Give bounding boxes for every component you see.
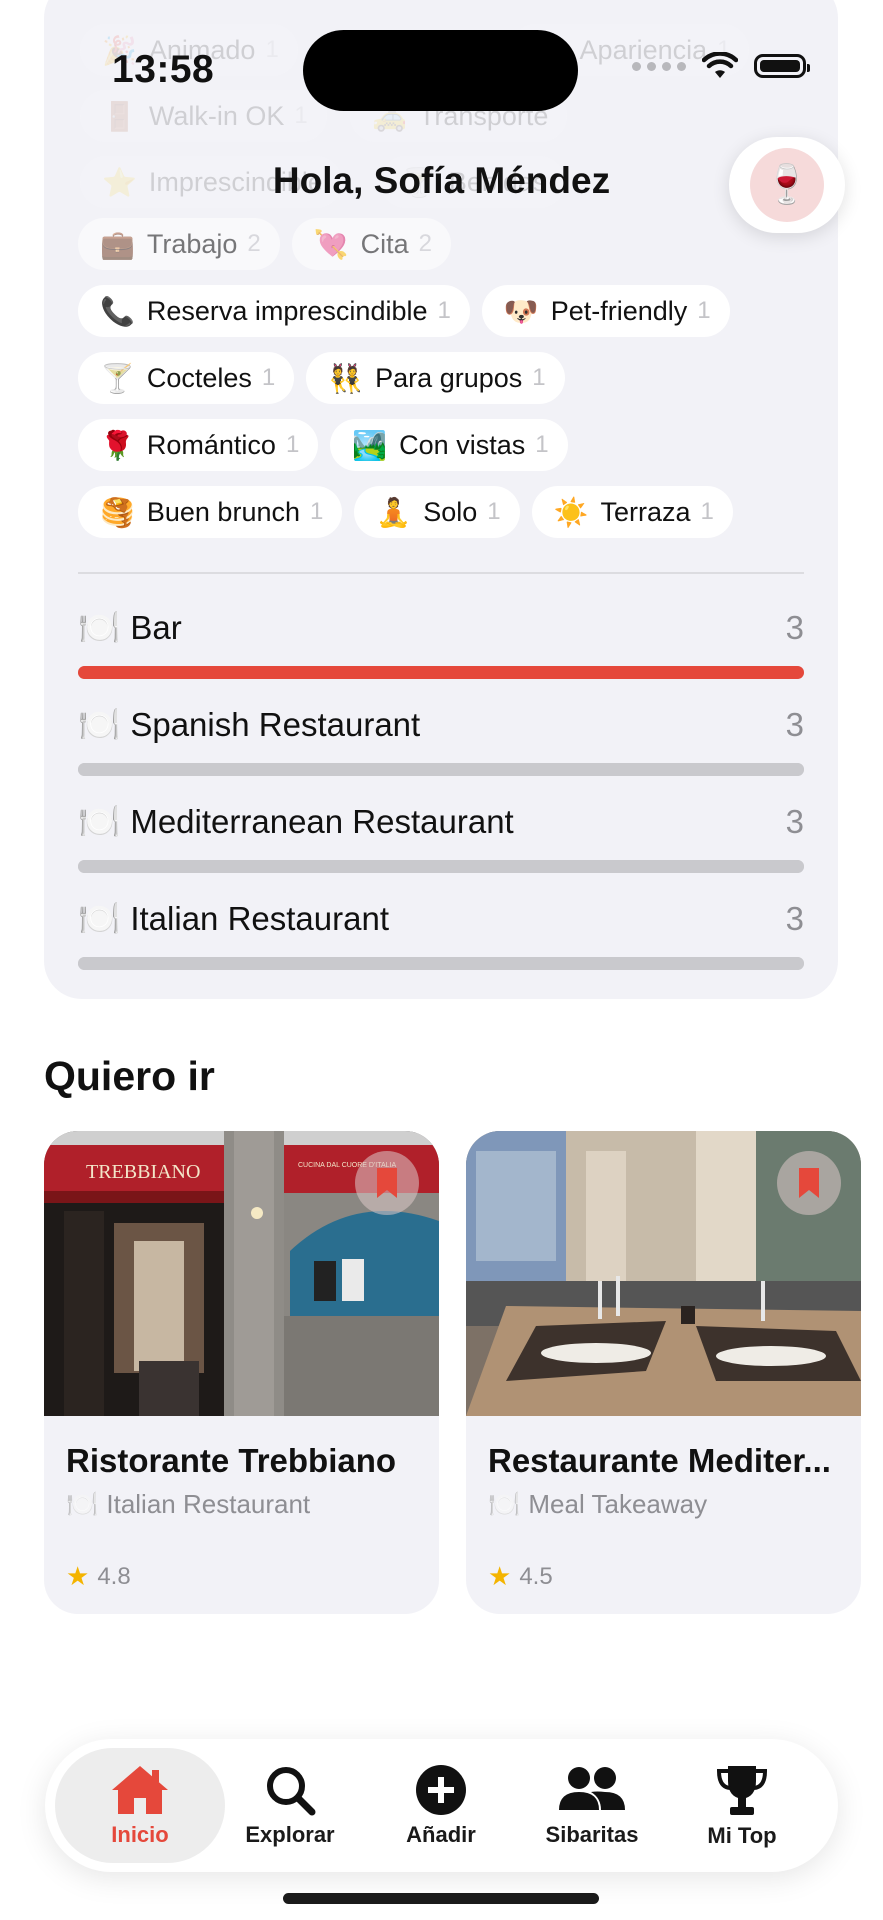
category-bar [78,860,804,873]
star-icon: ★ [66,1561,90,1591]
sun-icon: ☀️ [553,496,589,528]
home-indicator [283,1893,599,1904]
people-icon [559,1766,625,1810]
chip-reserva[interactable]: 📞 Reserva imprescindible 1 [78,285,470,337]
cellular-signal-icon [632,61,686,71]
landscape-icon: 🏞️ [352,429,388,461]
trophy-icon [716,1765,768,1815]
phone-icon: 📞 [100,295,135,327]
chip-trabajo[interactable]: 💼 Trabajo 2 [78,218,280,270]
section-title-quiero-ir: Quiero ir [44,1053,215,1099]
chip-cita[interactable]: 💘 Cita 2 [291,218,452,270]
battery-icon [754,54,810,78]
chip-solo[interactable]: 🧘 Solo 1 [354,486,520,538]
chip-row: 📞 Reserva imprescindible 1 🐶 Pet-friendly 1 [78,285,818,337]
chip-row: 🌹 Romántico 1 🏞️ Con vistas 1 [78,419,818,471]
chip-row: 🍸 Cocteles 1 👯 Para grupos 1 [78,352,818,404]
place-name: Ristorante Trebbiano [66,1442,397,1479]
tab-anadir[interactable]: Añadir [366,1739,516,1872]
category-bar [78,763,804,776]
status-time: 13:58 [112,48,215,91]
chip-romantico[interactable]: 🌹 Romántico 1 [78,419,319,471]
dog-icon: 🐶 [503,295,539,327]
category-count: 3 [785,803,804,840]
rose-icon: 🌹 [100,429,135,461]
wifi-icon [702,52,738,78]
bookmark-icon [799,1168,819,1198]
avatar: 🍷 [750,148,824,222]
place-card-mediterraneo[interactable]: Restaurante Mediter... 🍽️ Meal Takeaway ★… [466,1131,861,1614]
bookmark-button[interactable] [355,1151,419,1215]
chip-para-grupos[interactable]: 👯 Para grupos 1 [306,352,565,404]
chip-con-vistas[interactable]: 🏞️ Con vistas 1 [330,419,568,471]
category-count: 3 [785,706,804,743]
plate-icon: 🍽️ [78,900,121,938]
tab-bar: Inicio Explorar Añadir Sibaritas Mi Top [45,1739,838,1872]
chip-buen-brunch[interactable]: 🥞 Buen brunch 1 [78,486,343,538]
plate-icon: 🍽️ [66,1489,99,1519]
bookmark-icon [377,1168,397,1198]
plate-icon: 🍽️ [78,706,121,744]
meditation-icon: 🧘 [376,496,412,528]
place-category: 🍽️ Meal Takeaway [488,1489,708,1519]
place-card-trebbiano[interactable]: TREBBIANO CUCINA DAL CUORE D'ITALIA Rist… [44,1131,439,1614]
category-row-bar[interactable]: 🍽️ Bar 3 [78,604,804,679]
category-name: Bar [130,609,182,646]
briefcase-icon: 💼 [100,228,135,260]
category-count: 3 [785,609,804,646]
people-icon: 👯 [328,362,364,394]
place-name: Restaurante Mediter... [488,1442,831,1479]
chip-terraza[interactable]: ☀️ Terraza 1 [531,486,733,538]
tab-mi-top[interactable]: Mi Top [667,1739,817,1872]
tab-sibaritas[interactable]: Sibaritas [517,1739,667,1872]
heart-icon: 💘 [313,228,349,260]
faded-chip: 🚪 Walk-in OK 1 [80,90,327,142]
wine-glass-icon: 🍷 [763,164,811,206]
tab-explorar[interactable]: Explorar [215,1739,365,1872]
category-name: Spanish Restaurant [130,706,421,743]
category-bar [78,957,804,970]
divider [78,572,804,574]
category-row-spanish[interactable]: 🍽️ Spanish Restaurant 3 [78,701,804,776]
chip-pet-friendly[interactable]: 🐶 Pet-friendly 1 [481,285,730,337]
chip-row: 💼 Trabajo 2 💘 Cita 2 [78,218,818,270]
category-row-mediterranean[interactable]: 🍽️ Mediterranean Restaurant 3 [78,798,804,873]
place-category: 🍽️ Italian Restaurant [66,1489,311,1519]
category-name: Italian Restaurant [130,900,389,937]
plate-icon: 🍽️ [78,609,121,647]
chip-cocteles[interactable]: 🍸 Cocteles 1 [78,352,295,404]
search-icon [267,1766,316,1815]
plate-icon: 🍽️ [78,803,121,841]
cocktail-icon: 🍸 [100,362,135,394]
bookmark-button[interactable] [777,1151,841,1215]
category-row-italian[interactable]: 🍽️ Italian Restaurant 3 [78,895,804,970]
pancakes-icon: 🥞 [100,496,135,528]
place-rating: ★ 4.5 [488,1561,553,1591]
category-count: 3 [785,900,804,937]
dynamic-island [303,30,578,111]
category-name: Mediterranean Restaurant [130,803,514,840]
place-rating: ★ 4.8 [66,1561,131,1591]
status-icons [632,52,810,80]
category-bar [78,666,804,679]
house-icon [112,1765,168,1814]
trebbiano-sign-text: TREBBIANO [86,1161,200,1183]
tag-chips: 💼 Trabajo 2 💘 Cita 2 📞 Reserva imprescindible… [78,218,818,553]
plate-icon: 🍽️ [488,1489,521,1519]
add-icon [416,1764,466,1815]
tab-inicio[interactable]: Inicio [55,1748,225,1863]
star-icon: ★ [488,1561,512,1591]
chip-row: 🥞 Buen brunch 1 🧘 Solo 1 ☀️ Terraza 1 [78,486,818,538]
